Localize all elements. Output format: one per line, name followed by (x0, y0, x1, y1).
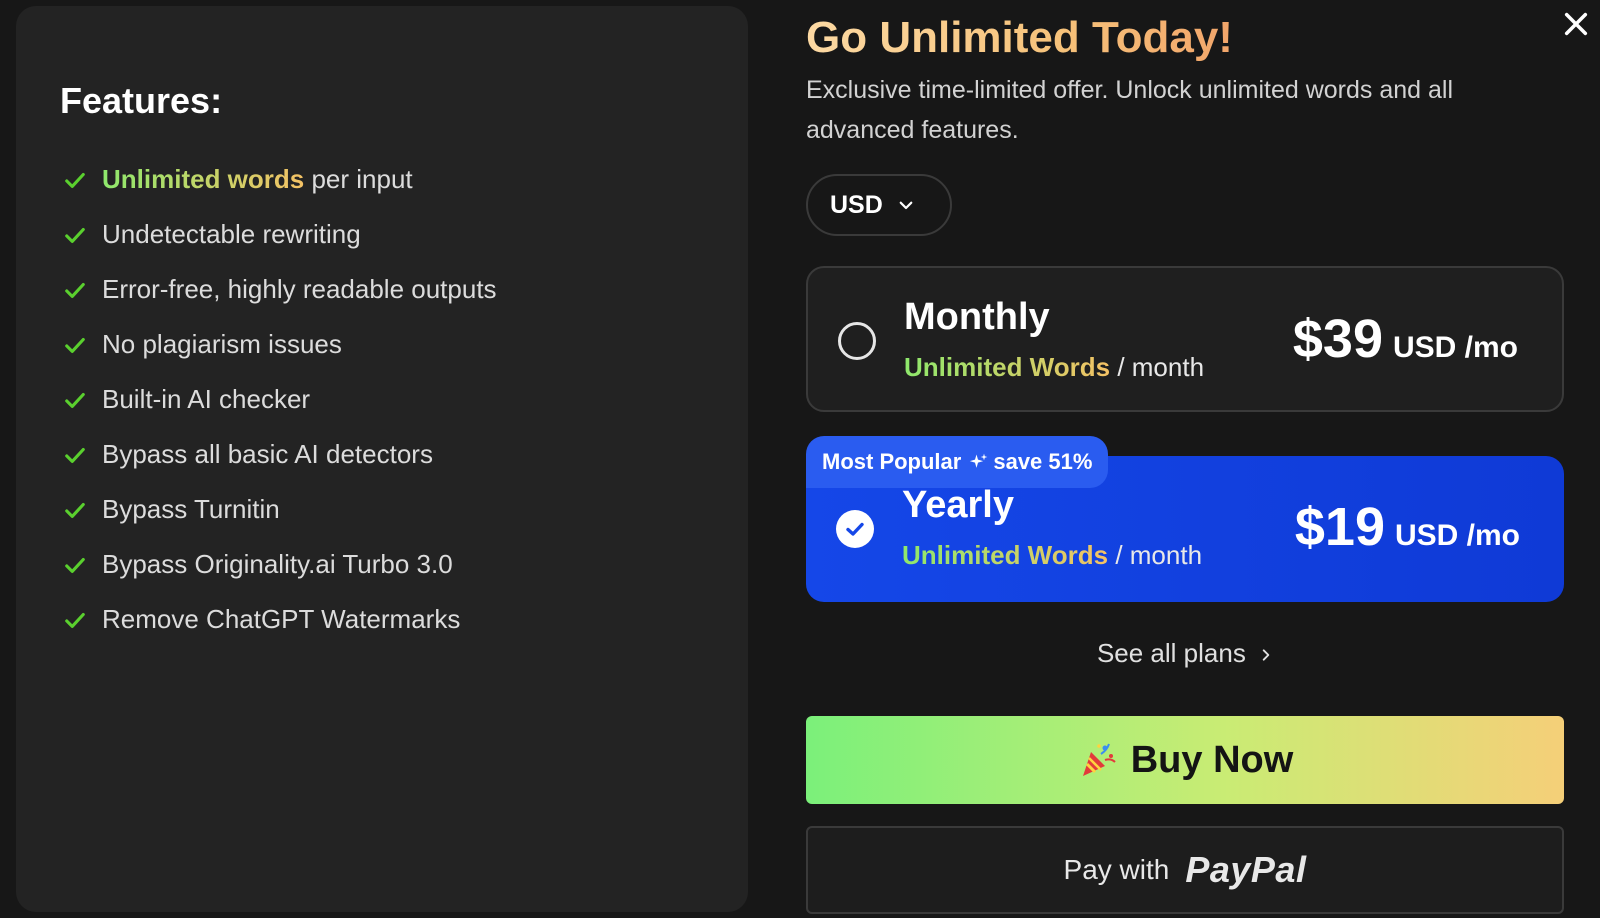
plan-name: Yearly (902, 484, 1014, 526)
currency-value: USD (830, 190, 883, 219)
badge-label: Most Popular (822, 449, 962, 474)
feature-item: Built-in AI checker (64, 372, 497, 427)
features-list: Unlimited words per input Undetectable r… (64, 152, 497, 647)
plan-card-monthly[interactable]: Monthly Unlimited Words / month $39 USD … (806, 266, 1564, 412)
plan-price: $19 USD /mo (1295, 496, 1520, 558)
paypal-logo: PayPal (1185, 849, 1307, 890)
plan-radio-yearly[interactable] (836, 510, 874, 548)
price-unit: USD /mo (1392, 331, 1518, 364)
check-icon (65, 282, 85, 298)
plan-highlight: Unlimited Words (904, 352, 1111, 382)
plan-description: Unlimited Words / month (904, 352, 1204, 383)
feature-label: Bypass Turnitin (102, 494, 280, 524)
plan-price: $39 USD /mo (1293, 308, 1518, 370)
feature-label: per input (304, 164, 413, 194)
feature-item: Error-free, highly readable outputs (64, 262, 497, 317)
check-icon (65, 337, 85, 353)
party-popper-icon (1082, 743, 1116, 776)
plan-highlight: Unlimited Words (902, 540, 1109, 570)
pay-with-label: Pay with (1063, 854, 1170, 885)
see-all-plans-link[interactable]: See all plans (806, 638, 1564, 669)
buy-now-label: Buy Now (1130, 738, 1294, 781)
paypal-button[interactable]: Pay with PayPal (806, 826, 1564, 914)
check-icon (846, 522, 864, 536)
feature-item: Unlimited words per input (64, 152, 497, 207)
check-icon (65, 172, 85, 188)
price-amount: $39 (1292, 309, 1383, 369)
sparkle-icon (970, 453, 988, 468)
feature-item: Remove ChatGPT Watermarks (64, 592, 497, 647)
feature-item: Bypass Turnitin (64, 482, 497, 537)
feature-label: Built-in AI checker (102, 384, 311, 414)
feature-highlight: Unlimited words (102, 164, 305, 194)
check-icon (65, 502, 85, 518)
features-title: Features: (60, 80, 223, 121)
feature-item: Bypass all basic AI detectors (64, 427, 497, 482)
feature-item: Bypass Originality.ai Turbo 3.0 (64, 537, 497, 592)
most-popular-badge: Most Popular save 51% (806, 436, 1109, 488)
offer-subtitle: Exclusive time-limited offer. Unlock unl… (806, 76, 1454, 144)
plan-description: Unlimited Words / month (902, 540, 1202, 571)
check-icon (65, 447, 85, 463)
badge-save: save 51% (993, 449, 1093, 474)
check-icon (65, 392, 85, 408)
close-icon[interactable] (1562, 10, 1590, 38)
chevron-right-icon (1262, 649, 1270, 661)
buy-now-button[interactable]: Buy Now (806, 716, 1564, 804)
chevron-down-icon (899, 201, 913, 210)
see-all-label: See all plans (1096, 638, 1246, 668)
feature-label: No plagiarism issues (102, 329, 342, 359)
feature-item: No plagiarism issues (64, 317, 497, 372)
plan-name: Monthly (904, 296, 1050, 338)
feature-label: Bypass all basic AI detectors (102, 439, 433, 469)
plan-radio-monthly[interactable] (838, 322, 876, 360)
check-icon (65, 612, 85, 628)
feature-label: Error-free, highly readable outputs (102, 274, 497, 304)
plan-period: / month (1108, 540, 1203, 570)
price-unit: USD /mo (1394, 519, 1520, 552)
upgrade-modal: Features: Unlimited words per input Unde… (0, 0, 1600, 918)
feature-item: Undetectable rewriting (64, 207, 497, 262)
feature-label: Remove ChatGPT Watermarks (102, 604, 461, 634)
feature-label: Bypass Originality.ai Turbo 3.0 (102, 549, 453, 579)
check-icon (65, 227, 85, 243)
plan-period: / month (1110, 352, 1205, 382)
offer-headline: Go Unlimited Today! (806, 13, 1233, 62)
price-amount: $19 (1294, 497, 1385, 557)
feature-label: Undetectable rewriting (102, 219, 361, 249)
features-panel: Features: Unlimited words per input Unde… (16, 6, 748, 912)
currency-select[interactable]: USD (806, 174, 952, 236)
check-icon (65, 557, 85, 573)
